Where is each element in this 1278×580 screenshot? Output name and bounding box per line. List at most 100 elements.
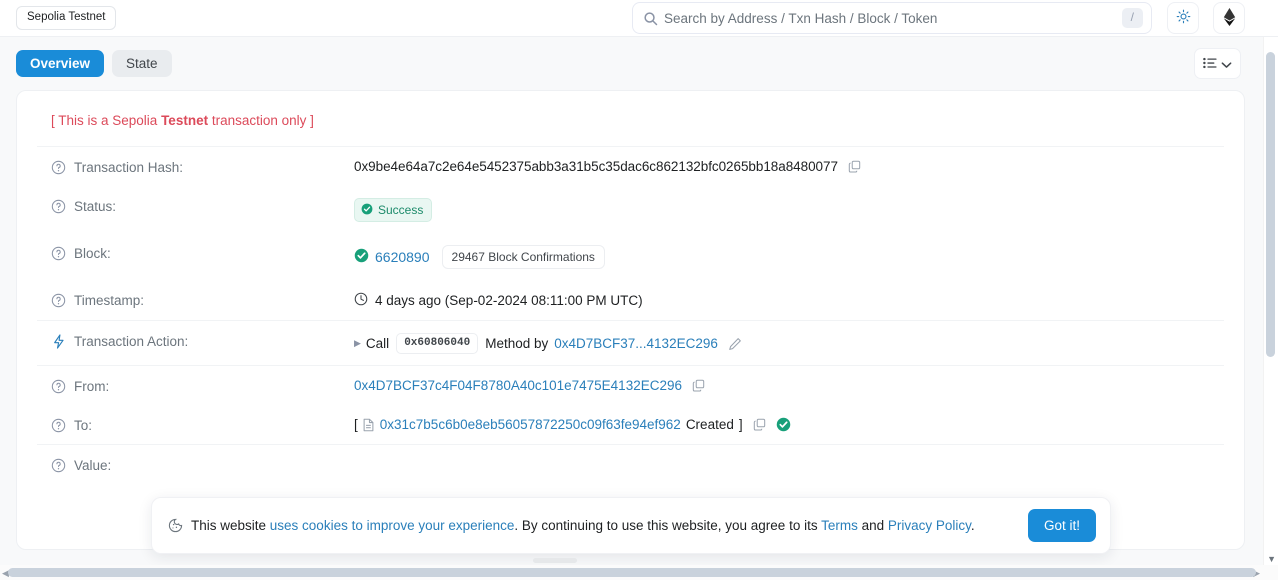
cookie-and: and [857, 517, 888, 533]
cookie-policy-link[interactable]: uses cookies to improve your experience [270, 518, 515, 533]
row-block: Block: 6620890 29467 Block Confirmations [37, 233, 1224, 280]
theme-toggle-button[interactable] [1167, 2, 1199, 34]
label-status: Status: [51, 198, 354, 214]
tab-bar: Overview State [0, 36, 1278, 90]
page-bottom-peek [533, 558, 577, 563]
testnet-notice-prefix: [ This is a Sepolia [51, 113, 162, 128]
search-bar[interactable]: / [632, 2, 1152, 34]
copy-icon[interactable] [848, 160, 861, 173]
label-text: Timestamp: [74, 293, 145, 308]
row-transaction-action: Transaction Action: ▶ Call 0x60806040 Me… [37, 321, 1224, 366]
check-circle-icon [361, 203, 373, 217]
network-badge[interactable]: Sepolia Testnet [16, 6, 117, 30]
value-status: Success [354, 198, 1224, 222]
label-text: Status: [74, 199, 117, 214]
cookie-icon [168, 518, 183, 533]
row-status: Status: Success [37, 186, 1224, 233]
cookie-period: . [970, 517, 975, 533]
privacy-policy-link[interactable]: Privacy Policy [888, 518, 971, 533]
method-code-badge: 0x60806040 [396, 333, 479, 354]
search-input[interactable] [658, 10, 1122, 26]
tab-state[interactable]: State [112, 49, 172, 78]
label-block: Block: [51, 245, 354, 261]
testnet-notice-suffix: transaction only ] [208, 113, 314, 128]
vertical-scrollbar-thumb[interactable] [1266, 52, 1275, 357]
label-timestamp: Timestamp: [51, 292, 354, 308]
row-transaction-hash: Transaction Hash: 0x9be4e64a7c2e64e54523… [37, 147, 1224, 186]
timestamp-value: 4 days ago (Sep-02-2024 08:11:00 PM UTC) [375, 293, 643, 308]
help-circle-icon[interactable] [51, 246, 66, 261]
label-text: Transaction Hash: [74, 160, 184, 175]
tab-overview[interactable]: Overview [16, 49, 105, 78]
cookie-mid: . By continuing to use this website, you… [514, 517, 822, 533]
search-icon [643, 11, 658, 26]
value-timestamp: 4 days ago (Sep-02-2024 08:11:00 PM UTC) [354, 292, 1224, 309]
cookie-consent-banner: This website uses cookies to improve you… [151, 497, 1111, 554]
to-contract-address-link[interactable]: 0x31c7b5c6b0e8eb56057872250c09f63fe94ef9… [380, 417, 681, 432]
copy-icon[interactable] [692, 379, 705, 392]
label-to: To: [51, 417, 354, 433]
help-circle-icon[interactable] [51, 293, 66, 308]
lightning-bolt-icon [51, 334, 66, 349]
block-confirmed-icon [354, 248, 369, 266]
to-open-bracket: [ [354, 417, 358, 432]
label-text: From: [74, 379, 110, 394]
list-icon [1203, 56, 1217, 72]
search-shortcut-key: / [1121, 8, 1143, 28]
row-from: From: 0x4D7BCF37c4F04F8780A40c101e7475E4… [37, 366, 1224, 405]
help-circle-icon[interactable] [51, 379, 66, 394]
transaction-action-method-by: Method by [485, 336, 549, 351]
testnet-notice-bold: Testnet [161, 113, 209, 128]
block-number-link[interactable]: 6620890 [375, 249, 430, 265]
value-to: [ 0x31c7b5c6b0e8eb56057872250c09f63fe94e… [354, 417, 1224, 432]
ethereum-icon [1223, 7, 1236, 29]
chevron-down-icon [1221, 56, 1232, 72]
block-confirmations-badge: 29467 Block Confirmations [441, 245, 605, 269]
cookie-lead: This website [191, 517, 270, 533]
label-transaction-hash: Transaction Hash: [51, 159, 354, 175]
value-transaction-action: ▶ Call 0x60806040 Method by 0x4D7BCF37..… [354, 333, 1224, 354]
row-to: To: [ 0x31c7b5c6b0e8eb56057872250c09f63f… [37, 405, 1224, 445]
testnet-notice: [ This is a Sepolia Testnet transaction … [37, 91, 1224, 147]
method-address-link[interactable]: 0x4D7BCF37...4132EC296 [554, 336, 718, 351]
value-from: 0x4D7BCF37c4F04F8780A40c101e7475E4132EC2… [354, 378, 1224, 393]
label-text: To: [74, 418, 93, 433]
terms-link[interactable]: Terms [821, 518, 858, 533]
contract-document-icon [362, 418, 375, 432]
help-circle-icon[interactable] [51, 160, 66, 175]
label-transaction-action: Transaction Action: [51, 333, 354, 349]
cookie-accept-button[interactable]: Got it! [1027, 509, 1096, 542]
clock-icon [354, 292, 368, 309]
top-navigation-bar: Sepolia Testnet / [0, 0, 1278, 36]
chain-selector-button[interactable] [1213, 2, 1245, 34]
horizontal-scrollbar-thumb[interactable] [8, 568, 1256, 577]
row-value: Value: [37, 445, 1224, 484]
contract-verified-icon [776, 417, 791, 432]
status-badge: Success [354, 198, 433, 222]
transaction-action-call-word: Call [365, 336, 390, 351]
browser-viewport: Sepolia Testnet / [0, 0, 1278, 580]
help-circle-icon[interactable] [51, 418, 66, 433]
expand-triangle-icon[interactable]: ▶ [354, 338, 361, 349]
transaction-hash-value: 0x9be4e64a7c2e64e5452375abb3a31b5c35dac6… [354, 159, 838, 174]
to-close-bracket: ] [738, 417, 743, 432]
help-circle-icon[interactable] [51, 199, 66, 214]
value-block: 6620890 29467 Block Confirmations [354, 245, 1224, 269]
label-text: Value: [74, 458, 112, 473]
scroll-down-arrow-icon[interactable]: ▼ [1267, 554, 1276, 564]
from-address-link[interactable]: 0x4D7BCF37c4F04F8780A40c101e7475E4132EC2… [354, 378, 682, 393]
label-value: Value: [51, 457, 354, 473]
value-transaction-hash: 0x9be4e64a7c2e64e5452375abb3a31b5c35dac6… [354, 159, 1224, 174]
help-circle-icon[interactable] [51, 458, 66, 473]
cookie-banner-text: This website uses cookies to improve you… [191, 517, 1028, 535]
more-options-button[interactable] [1194, 48, 1241, 79]
edit-pencil-icon[interactable] [728, 337, 742, 351]
copy-icon[interactable] [753, 418, 766, 431]
transaction-details-card: [ This is a Sepolia Testnet transaction … [16, 90, 1245, 550]
row-timestamp: Timestamp: 4 days ago (Sep-02-2024 08:11… [37, 280, 1224, 321]
label-from: From: [51, 378, 354, 394]
to-created-word: Created [685, 417, 734, 432]
label-text: Block: [74, 246, 111, 261]
label-text: Transaction Action: [74, 334, 189, 349]
status-badge-text: Success [378, 203, 424, 217]
